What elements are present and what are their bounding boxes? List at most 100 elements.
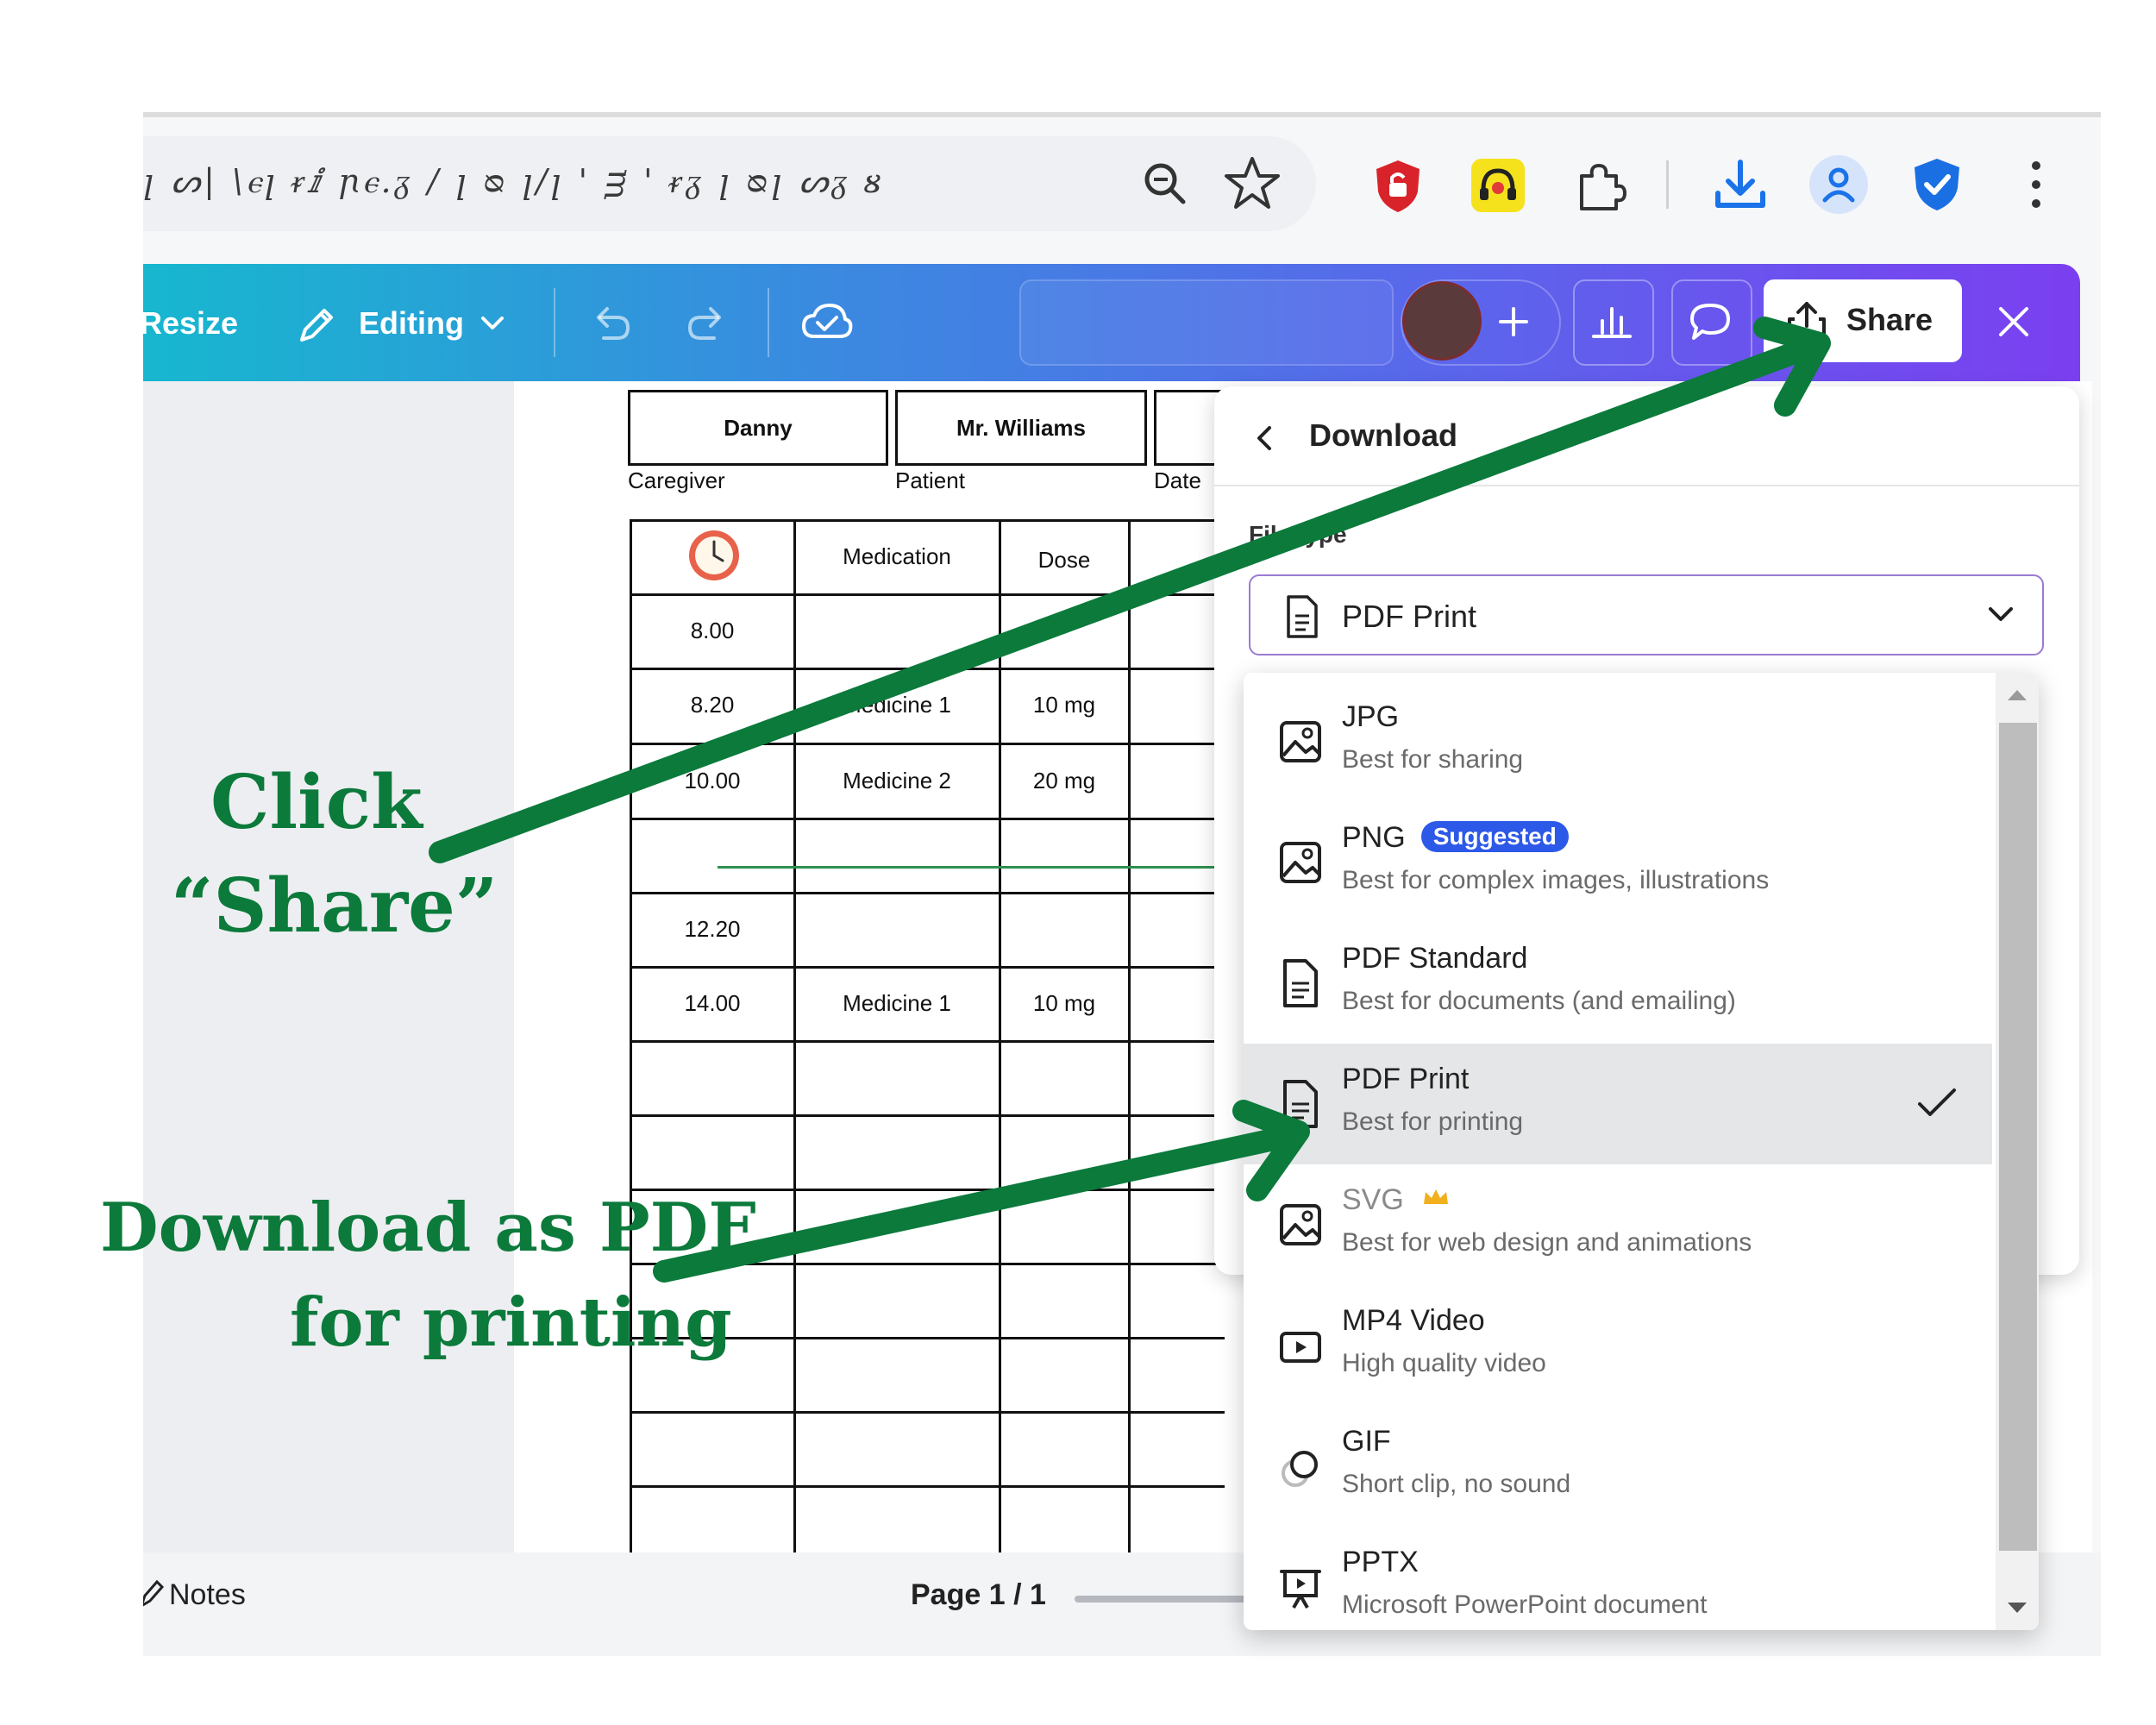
editor-toolbar: Resize Editing Share (143, 264, 2080, 381)
dose-cell: 10 mg (1032, 990, 1096, 1016)
option-description: Best for web design and animations (1342, 1228, 1752, 1257)
file-type-option-png[interactable]: PNG Suggested Best for complex images, il… (1244, 802, 1992, 923)
chevron-down-icon[interactable] (478, 312, 507, 335)
security-shield-icon[interactable] (1906, 154, 1968, 216)
option-description: Best for printing (1342, 1107, 1524, 1136)
caregiver-caption: Caregiver (628, 467, 725, 493)
document-icon (1287, 595, 1318, 638)
puzzle-icon[interactable] (1570, 155, 1630, 216)
file-type-option-gif[interactable]: GIF Short clip, no sound (1244, 1406, 1992, 1527)
annotation-download: Download as PDF (100, 1189, 756, 1267)
undo-icon[interactable] (588, 302, 635, 345)
caregiver-box: Danny (628, 390, 888, 466)
option-title: PDF Standard (1342, 942, 1528, 975)
share-label: Share (1846, 302, 1934, 337)
annotation-printing: for printing (290, 1283, 732, 1362)
canvas-background (143, 381, 514, 1552)
file-type-option-pdf-print[interactable]: PDF Print Best for printing (1244, 1044, 1992, 1164)
patient-caption: Patient (895, 467, 965, 493)
scroll-up-icon[interactable] (2006, 687, 2028, 704)
bookmark-star-icon[interactable] (1221, 152, 1283, 214)
option-title: PPTX (1342, 1546, 1419, 1578)
option-title: MP4 Video (1342, 1304, 1485, 1337)
more-icon[interactable] (2023, 157, 2049, 212)
download-icon[interactable] (1709, 154, 1771, 216)
patient-box: Mr. Williams (895, 390, 1147, 466)
redo-icon[interactable] (683, 302, 730, 345)
file-type-option-pptx[interactable]: PPTX Microsoft PowerPoint document (1244, 1527, 1992, 1630)
check-icon (1918, 1088, 1956, 1116)
share-button[interactable]: Share (1764, 279, 1962, 362)
back-chevron-icon[interactable] (1249, 421, 1280, 455)
file-type-menu: JPG Best for sharing PNG Suggested Best f… (1244, 673, 2039, 1630)
close-icon[interactable] (1994, 302, 2034, 342)
option-title: PNG Suggested (1342, 821, 1569, 855)
dose-cell: 20 mg (1032, 768, 1096, 794)
editing-mode-button[interactable]: Editing (359, 305, 464, 342)
column-header-dose: Dose (1037, 547, 1091, 573)
option-title: JPG (1342, 700, 1400, 733)
cloud-saved-icon[interactable] (800, 298, 854, 347)
zoom-slider[interactable] (1075, 1596, 1247, 1603)
time-cell: 10.00 (684, 768, 741, 794)
video-icon (1280, 1332, 1321, 1363)
option-title: PDF Print (1342, 1063, 1470, 1095)
document-icon (1283, 1080, 1318, 1128)
dose-cell: 10 mg (1032, 692, 1096, 718)
menu-scroll-thumb[interactable] (1999, 723, 2037, 1551)
headset-extension-icon[interactable] (1468, 155, 1528, 216)
file-type-label: File type (1249, 521, 1347, 548)
resize-button[interactable]: Resize (143, 305, 238, 342)
time-cell: 12.20 (684, 916, 741, 942)
option-description: High quality video (1342, 1349, 1546, 1377)
medication-cell: Medicine 2 (843, 768, 951, 794)
time-cell: 8.00 (690, 618, 735, 643)
annotation-click: Click (210, 759, 423, 846)
address-text: ꞁ ᔕ| \ⲉꞁ ᵲⅈ ꞃⲉ.ᵹ / ꞁ ᴓ ꞁ/ꞁ ' ᴟ ' ᵲᵹ ꞁ ᴓꞁ… (143, 162, 885, 200)
file-type-option-pdf-standard[interactable]: PDF Standard Best for documents (and ema… (1244, 923, 1992, 1044)
add-collaborator-icon[interactable] (1494, 302, 1533, 342)
file-type-option-svg[interactable]: SVG Best for web design and animations (1244, 1164, 1992, 1285)
panel-divider (1214, 485, 2079, 486)
title-field[interactable] (1019, 279, 1394, 366)
option-title: GIF (1342, 1425, 1391, 1458)
file-type-option-jpg[interactable]: JPG Best for sharing (1244, 681, 1992, 802)
notes-icon (143, 1579, 164, 1607)
page-indicator[interactable]: Page 1 / 1 (911, 1578, 1046, 1612)
time-cell: 14.00 (684, 990, 741, 1016)
scroll-down-icon[interactable] (2006, 1599, 2028, 1616)
image-icon (1280, 1204, 1321, 1245)
comment-icon (1690, 304, 1730, 340)
toolbar-divider (1666, 160, 1669, 209)
pencil-icon (300, 309, 333, 342)
crown-icon (1424, 1189, 1449, 1204)
gif-icon (1282, 1451, 1318, 1487)
option-description: Best for complex images, illustrations (1342, 866, 1770, 894)
address-bar[interactable]: ꞁ ᔕ| \ⲉꞁ ᵲⅈ ꞃⲉ.ᵹ / ꞁ ᴓ ꞁ/ꞁ ' ᴟ ' ᵲᵹ ꞁ ᴓꞁ… (143, 136, 1316, 231)
file-type-value: PDF Print (1342, 599, 1477, 634)
document-icon (1283, 959, 1318, 1007)
bar-chart-icon (1592, 307, 1632, 338)
annotation-share: “Share” (171, 862, 498, 950)
panel-title: Download (1309, 417, 1457, 453)
clock-icon (689, 530, 739, 580)
date-caption: Date (1154, 467, 1201, 493)
option-description: Best for documents (and emailing) (1342, 987, 1736, 1015)
image-icon (1280, 721, 1321, 762)
zoom-icon[interactable] (1135, 154, 1195, 214)
file-type-option-mp4[interactable]: MP4 Video High quality video (1244, 1285, 1992, 1406)
avatar[interactable] (1402, 281, 1482, 361)
time-cell: 8.20 (690, 692, 735, 718)
shield-extension-icon[interactable] (1368, 155, 1428, 216)
option-title: SVG (1342, 1183, 1450, 1217)
option-description: Short clip, no sound (1342, 1470, 1571, 1498)
profile-icon[interactable] (1808, 154, 1870, 216)
option-description: Best for sharing (1342, 745, 1524, 774)
suggested-badge: Suggested (1420, 821, 1569, 852)
notes-button[interactable]: Notes (169, 1578, 246, 1612)
presentation-icon (1280, 1570, 1321, 1609)
option-title-text: PNG (1342, 821, 1406, 854)
file-type-select[interactable]: PDF Print (1249, 574, 2044, 656)
share-icon (1788, 302, 1826, 342)
window-top-border (143, 112, 2101, 117)
